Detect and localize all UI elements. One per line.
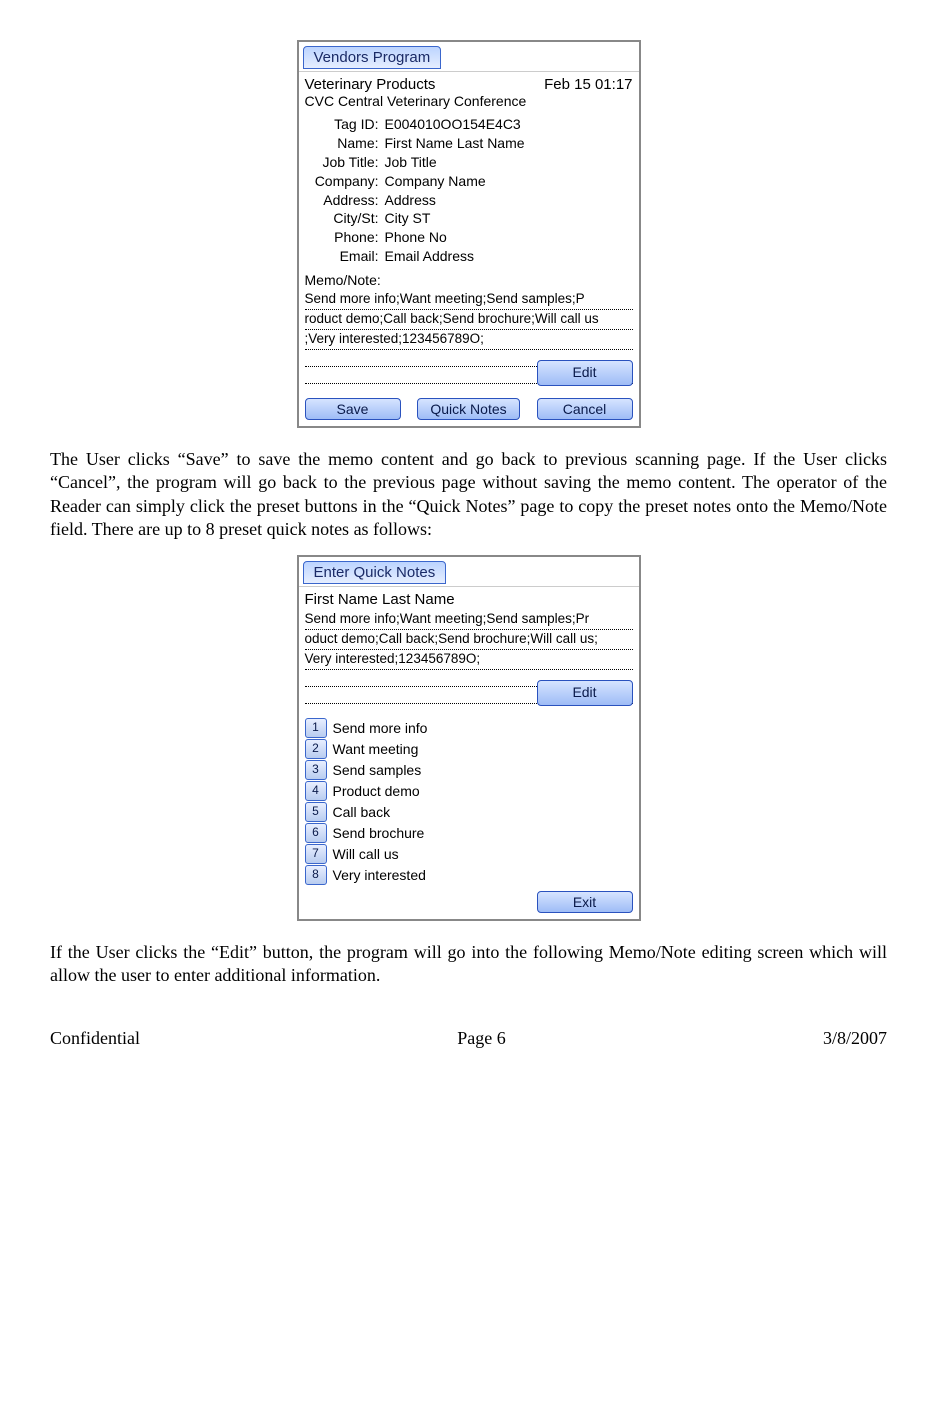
footer-left: Confidential	[50, 1028, 140, 1049]
paragraph-1: The User clicks “Save” to save the memo …	[50, 448, 887, 542]
quick-note-5-button[interactable]: 5	[305, 802, 327, 822]
memo-label: Memo/Note:	[305, 272, 633, 288]
label-email: Email:	[305, 247, 385, 266]
header-conference: CVC Central Veterinary Conference	[305, 93, 633, 109]
header-datetime: Feb 15 01:17	[544, 76, 632, 93]
footer-center: Page 6	[457, 1028, 506, 1049]
memo-line: oduct demo;Call back;Send brochure;Will …	[305, 630, 633, 650]
value-company: Company Name	[385, 172, 633, 191]
value-tagid: E004010OO154E4C3	[385, 115, 633, 134]
quick-note-5-label: Call back	[333, 804, 391, 820]
value-jobtitle: Job Title	[385, 153, 633, 172]
paragraph-2: If the User clicks the “Edit” button, th…	[50, 941, 887, 988]
titlebar: Enter Quick Notes	[299, 557, 639, 587]
tab-vendors-program[interactable]: Vendors Program	[303, 46, 442, 69]
label-address: Address:	[305, 191, 385, 210]
save-button[interactable]: Save	[305, 398, 401, 420]
footer-right: 3/8/2007	[823, 1028, 887, 1049]
memo-line: Send more info;Want meeting;Send samples…	[305, 610, 633, 630]
quick-note-2-label: Want meeting	[333, 741, 419, 757]
quick-note-7-label: Will call us	[333, 846, 399, 862]
pda-body: First Name Last Name Send more info;Want…	[299, 587, 639, 919]
exit-button[interactable]: Exit	[537, 891, 633, 913]
label-company: Company:	[305, 172, 385, 191]
label-cityst: City/St:	[305, 209, 385, 228]
label-tagid: Tag ID:	[305, 115, 385, 134]
value-address: Address	[385, 191, 633, 210]
label-jobtitle: Job Title:	[305, 153, 385, 172]
quick-notes-button[interactable]: Quick Notes	[417, 398, 519, 420]
tab-enter-quick-notes[interactable]: Enter Quick Notes	[303, 561, 447, 584]
memo-line: Very interested;123456789O;	[305, 650, 633, 670]
quick-notes-window: Enter Quick Notes First Name Last Name S…	[297, 555, 641, 921]
memo-area[interactable]: Send more info;Want meeting;Send samples…	[305, 610, 633, 704]
titlebar: Vendors Program	[299, 42, 639, 72]
quick-note-4-button[interactable]: 4	[305, 781, 327, 801]
quick-notes-list: 1 Send more info 2 Want meeting 3 Send samp…	[305, 718, 633, 885]
value-phone: Phone No	[385, 228, 633, 247]
quick-note-6-label: Send brochure	[333, 825, 425, 841]
memo-area[interactable]: Send more info;Want meeting;Send samples…	[305, 290, 633, 384]
quick-note-3-label: Send samples	[333, 762, 422, 778]
memo-line: Send more info;Want meeting;Send samples…	[305, 290, 633, 310]
edit-button[interactable]: Edit	[537, 360, 633, 386]
pda-body: Veterinary Products Feb 15 01:17 CVC Cen…	[299, 72, 639, 426]
quick-note-1-label: Send more info	[333, 720, 428, 736]
edit-button[interactable]: Edit	[537, 680, 633, 706]
quick-note-1-button[interactable]: 1	[305, 718, 327, 738]
page-footer: Confidential Page 6 3/8/2007	[50, 1028, 887, 1049]
value-email: Email Address	[385, 247, 633, 266]
label-name: Name:	[305, 134, 385, 153]
value-name: First Name Last Name	[385, 134, 633, 153]
header-product: Veterinary Products	[305, 76, 436, 93]
quick-note-2-button[interactable]: 2	[305, 739, 327, 759]
name-line: First Name Last Name	[305, 591, 633, 608]
value-cityst: City ST	[385, 209, 633, 228]
memo-line: roduct demo;Call back;Send brochure;Will…	[305, 310, 633, 330]
quick-note-7-button[interactable]: 7	[305, 844, 327, 864]
quick-note-8-button[interactable]: 8	[305, 865, 327, 885]
quick-note-4-label: Product demo	[333, 783, 420, 799]
quick-note-6-button[interactable]: 6	[305, 823, 327, 843]
quick-note-3-button[interactable]: 3	[305, 760, 327, 780]
memo-line: ;Very interested;123456789O;	[305, 330, 633, 350]
quick-note-8-label: Very interested	[333, 867, 426, 883]
cancel-button[interactable]: Cancel	[537, 398, 633, 420]
vendors-program-window: Vendors Program Veterinary Products Feb …	[297, 40, 641, 428]
label-phone: Phone:	[305, 228, 385, 247]
